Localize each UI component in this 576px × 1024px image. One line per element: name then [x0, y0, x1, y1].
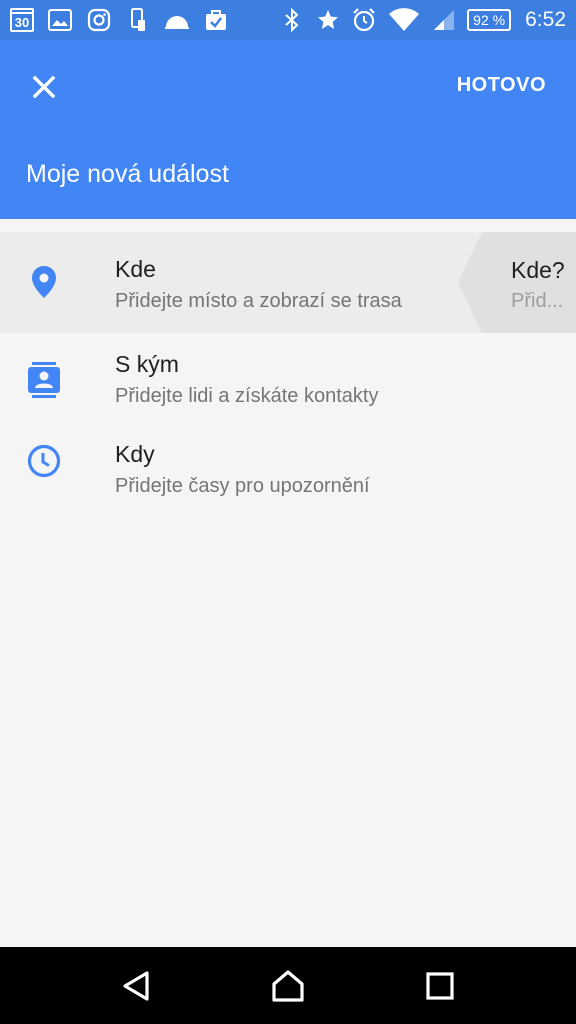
row-subtitle: Přidejte lidi a získáte kontakty	[115, 384, 379, 407]
star-icon	[315, 7, 341, 33]
suggestion-title: Kde?	[511, 257, 565, 283]
where-suggestion-card[interactable]: Kde? Přid...	[458, 232, 576, 333]
wifi-icon	[387, 7, 421, 33]
calendar-day: 30	[14, 15, 30, 30]
alarm-icon	[351, 7, 377, 33]
event-title[interactable]: Moje nová událost	[26, 160, 229, 189]
contacts-icon	[26, 362, 62, 398]
done-button[interactable]: HOTOVO	[457, 74, 546, 97]
bluetooth-icon	[279, 7, 305, 33]
signal-icon	[431, 7, 457, 33]
suggestion-subtitle: Přid...	[511, 290, 564, 312]
calendar-icon: 30	[10, 8, 34, 32]
gallery-icon	[47, 7, 73, 33]
battery-level: 92 %	[473, 12, 506, 28]
list-item-when[interactable]: Kdy Přidejte časy pro upozornění	[0, 423, 576, 513]
back-icon	[123, 970, 149, 1001]
row-subtitle: Přidejte časy pro upozornění	[115, 474, 370, 497]
row-subtitle: Přidejte místo a zobrazí se trasa	[115, 289, 402, 312]
home-button[interactable]	[263, 961, 313, 1011]
battery-icon: 92 %	[467, 9, 512, 31]
weather-icon	[164, 7, 190, 33]
row-title: S kým	[115, 351, 179, 377]
phone-transfer-icon	[125, 7, 151, 33]
list-item-who[interactable]: S kým Přidejte lidi a získáte kontakty	[0, 333, 576, 423]
recents-button[interactable]	[415, 961, 465, 1011]
briefcase-icon	[203, 7, 229, 33]
app-bar: HOTOVO Moje nová událost	[0, 40, 576, 219]
clock-icon	[26, 443, 62, 479]
instagram-icon	[86, 7, 112, 33]
status-bar: 30 92 % 6:52	[0, 0, 576, 40]
close-icon	[32, 75, 56, 99]
row-title: Kdy	[115, 441, 155, 467]
row-title: Kde	[115, 256, 156, 282]
back-button[interactable]	[111, 961, 161, 1011]
close-button[interactable]	[22, 65, 66, 109]
status-clock: 6:52	[525, 8, 566, 31]
recents-icon	[426, 971, 454, 1000]
home-icon	[272, 969, 304, 1002]
location-pin-icon	[26, 264, 62, 300]
navigation-bar	[0, 947, 576, 1024]
